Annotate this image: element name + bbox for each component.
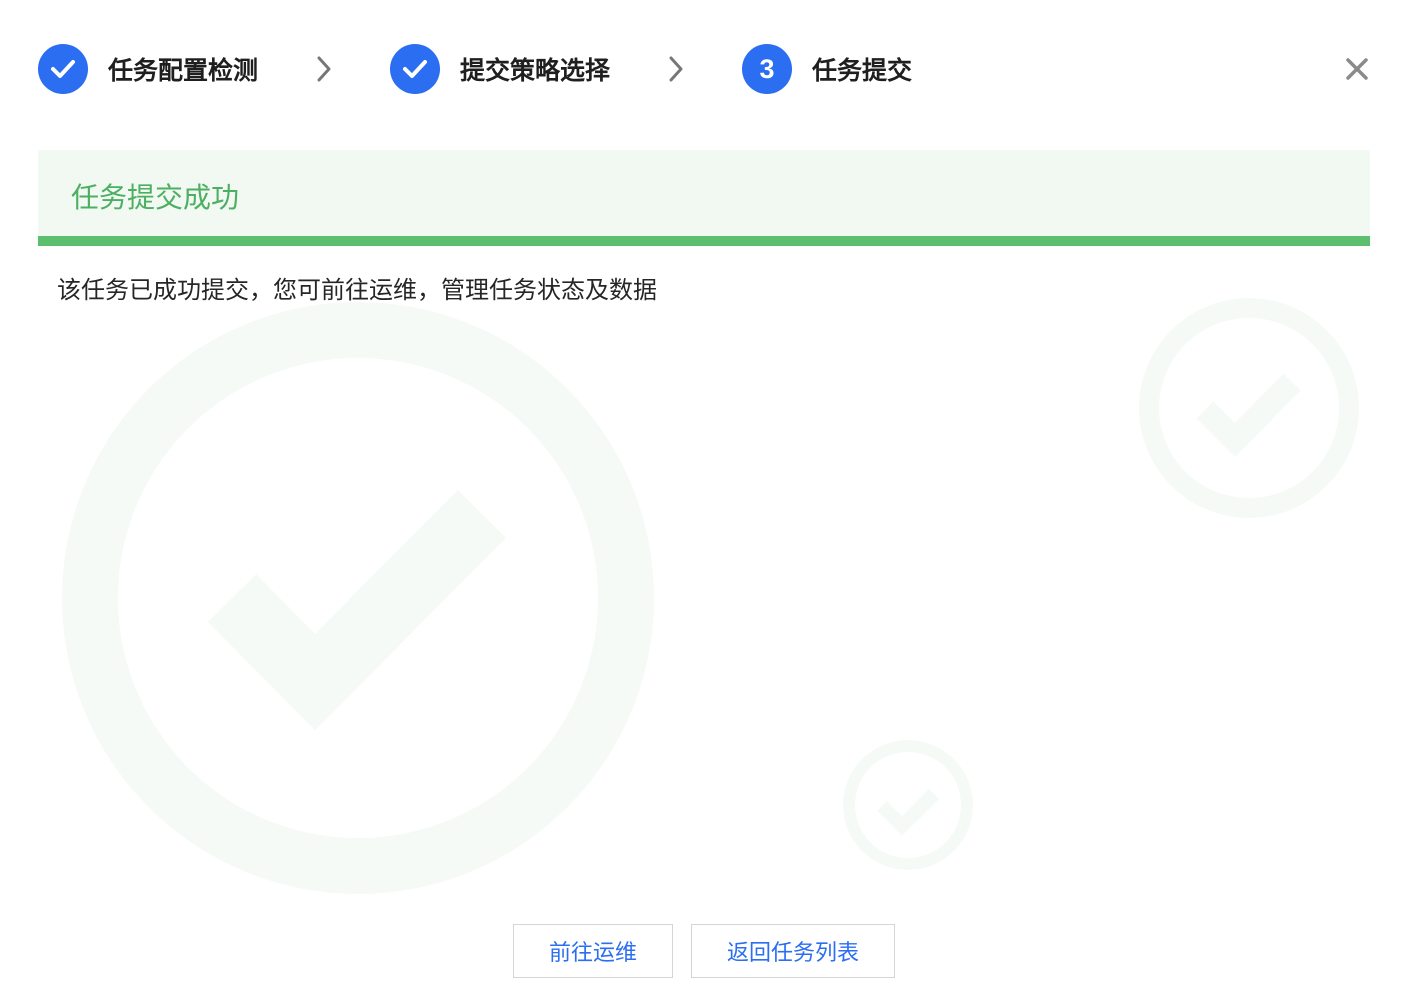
success-description: 该任务已成功提交，您可前往运维，管理任务状态及数据 <box>57 276 657 304</box>
chevron-right-icon <box>317 56 331 82</box>
task-submit-dialog: 任务配置检测 提交策略选择 3 任务提交 任务提交成功 该任务已成功提交，您可前… <box>0 0 1414 988</box>
step-submit-strategy: 提交策略选择 <box>390 44 666 94</box>
success-bar <box>38 236 1370 246</box>
chevron-right-icon <box>669 56 683 82</box>
check-circle-icon <box>62 302 654 894</box>
success-banner: 任务提交成功 <box>38 150 1370 246</box>
action-buttons: 前往运维 返回任务列表 <box>513 924 895 978</box>
step-label: 任务提交 <box>812 56 913 85</box>
back-to-task-list-button[interactable]: 返回任务列表 <box>691 924 895 978</box>
step-done-circle <box>38 44 88 94</box>
step-current-number: 3 <box>742 44 792 94</box>
step-task-submit: 3 任务提交 <box>742 44 912 94</box>
step-separator <box>314 54 334 84</box>
stepper: 任务配置检测 提交策略选择 3 任务提交 <box>38 44 912 94</box>
step-label: 提交策略选择 <box>460 56 611 85</box>
step-label: 任务配置检测 <box>108 56 259 85</box>
step-task-config-check: 任务配置检测 <box>38 44 314 94</box>
close-icon <box>1346 58 1368 80</box>
background-decoration <box>62 298 1359 894</box>
step-done-circle <box>390 44 440 94</box>
close-button[interactable] <box>1343 55 1371 83</box>
go-to-ops-button[interactable]: 前往运维 <box>513 924 673 978</box>
check-circle-icon <box>1139 298 1359 518</box>
step-separator <box>666 54 686 84</box>
check-icon <box>403 60 427 78</box>
check-circle-icon <box>843 740 973 870</box>
check-icon <box>51 60 75 78</box>
banner-title: 任务提交成功 <box>71 181 240 214</box>
